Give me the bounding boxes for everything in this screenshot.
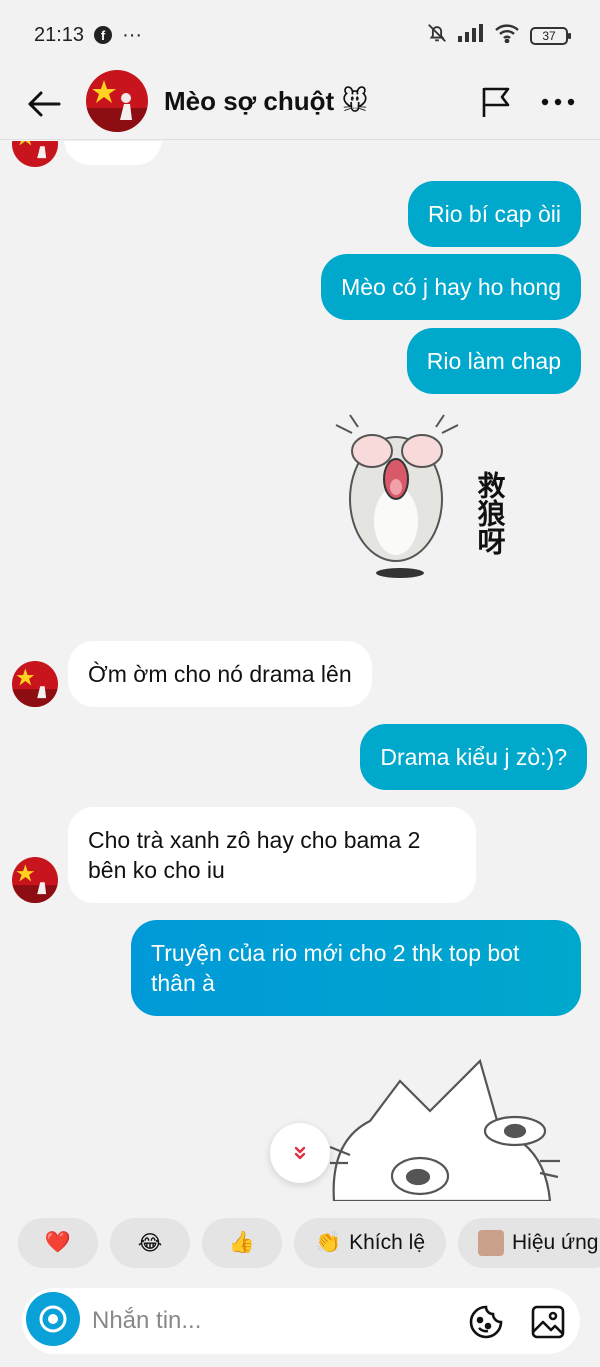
message-bubble-partial[interactable] [64, 141, 162, 165]
status-overflow: ··· [122, 23, 143, 46]
chat-header: Mèo sợ chuột 🐭 [0, 70, 600, 140]
laughing-face-icon: 😂 [137, 1231, 163, 1255]
message-bubble-outgoing[interactable]: Rio làm chap [406, 328, 581, 394]
reaction-thumbs-up[interactable]: 👍 [202, 1218, 282, 1268]
message-bubble-outgoing[interactable]: Drama kiểu j zò:)? [360, 724, 587, 790]
mute-bell-icon [426, 22, 448, 50]
heart-icon: ❤️ [44, 1231, 72, 1254]
sticker-sketch-cat[interactable] [329, 1051, 560, 1203]
signal-icon [458, 24, 484, 48]
camera-icon [39, 1305, 67, 1333]
camera-button[interactable] [26, 1292, 80, 1346]
sender-avatar [12, 141, 58, 167]
message-composer [22, 1288, 580, 1354]
status-bar: 21:13 f ··· 37 [0, 0, 600, 70]
message-bubble-incoming[interactable]: Ờm ờm cho nó drama lên [68, 641, 372, 707]
battery-icon: 37 [530, 27, 571, 45]
reaction-label: Khích lệ [349, 1231, 426, 1254]
message-bubble-outgoing[interactable]: Truyện của rio mới cho 2 thk top bot thâ… [131, 920, 581, 1016]
sender-avatar[interactable] [12, 661, 58, 707]
thumbs-up-icon: 👍 [228, 1231, 256, 1254]
sticker-crying-hamster[interactable]: 救狼呀 [330, 411, 530, 581]
more-horizontal-icon [541, 98, 575, 106]
sticker-caption: 救狼呀 [474, 471, 507, 555]
message-bubble-outgoing[interactable]: Mèo có j hay ho hong [321, 254, 581, 320]
message-input[interactable] [92, 1298, 452, 1344]
scroll-to-bottom-button[interactable] [270, 1123, 330, 1183]
quick-reactions-bar: ❤️ 😂 👍 👏 Khích lệ Hiệu ứng [0, 1218, 600, 1272]
reaction-encourage[interactable]: 👏 Khích lệ [294, 1218, 446, 1268]
message-list[interactable]: Rio bí cap òii Mèo có j hay ho hong Rio … [0, 141, 600, 1206]
back-button[interactable] [22, 82, 66, 126]
flag-icon [482, 87, 510, 117]
image-icon [531, 1305, 565, 1339]
contact-name[interactable]: Mèo sợ chuột 🐭 [164, 86, 369, 117]
reaction-laugh[interactable]: 😂 [110, 1218, 190, 1268]
effect-thumbnail-icon [478, 1230, 504, 1256]
reaction-heart[interactable]: ❤️ [18, 1218, 98, 1268]
message-bubble-outgoing[interactable]: Rio bí cap òii [408, 181, 581, 247]
contact-avatar[interactable] [86, 70, 148, 132]
status-time: 21:13 [34, 23, 85, 46]
gallery-button[interactable] [528, 1302, 568, 1342]
effects-label: Hiệu ứng [512, 1231, 599, 1254]
sender-avatar[interactable] [12, 857, 58, 903]
more-options-button[interactable] [536, 82, 580, 122]
sticker-icon [469, 1305, 503, 1339]
report-button[interactable] [476, 82, 516, 122]
facebook-icon: f [94, 26, 113, 44]
double-chevron-down-icon [294, 1146, 306, 1160]
sticker-button[interactable] [466, 1302, 506, 1342]
clapping-hand-icon: 👏 [314, 1231, 342, 1254]
wifi-icon [494, 23, 520, 49]
arrow-left-icon [28, 91, 61, 117]
effects-button[interactable]: Hiệu ứng [458, 1218, 600, 1268]
message-bubble-incoming[interactable]: Cho trà xanh zô hay cho bama 2 bên ko ch… [68, 807, 476, 903]
